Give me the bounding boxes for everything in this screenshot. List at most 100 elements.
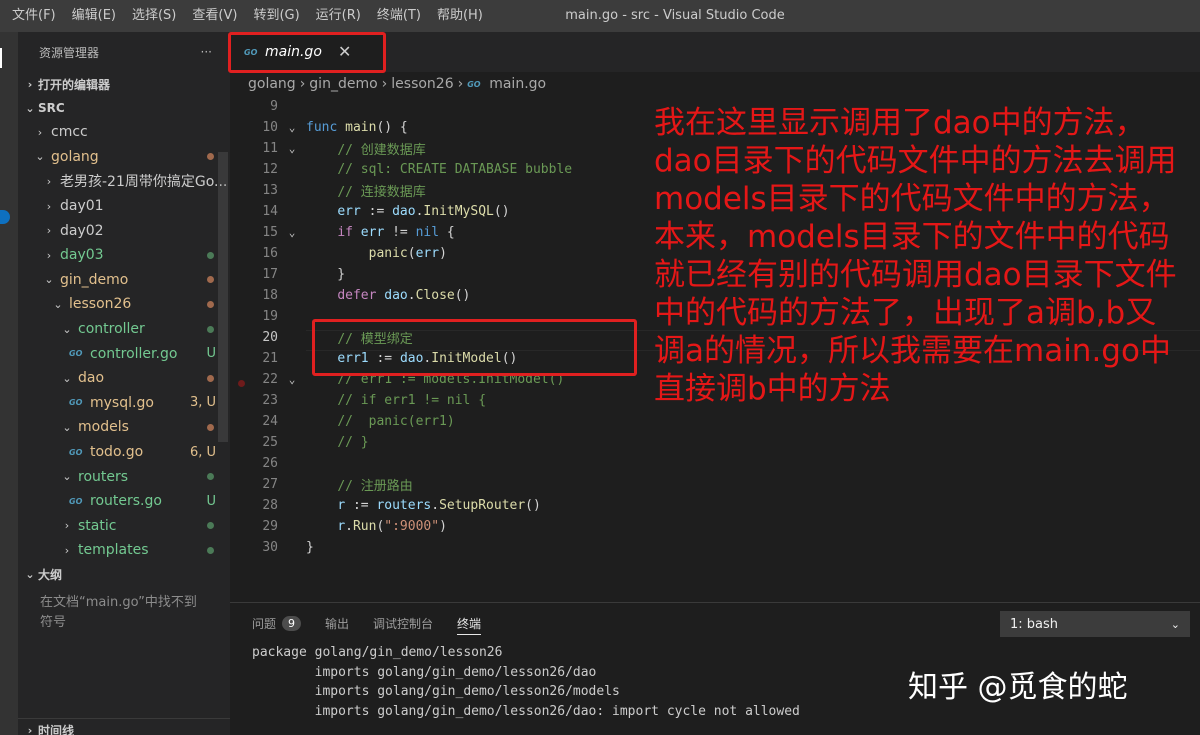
panel-tab-label: 问题 — [252, 616, 277, 631]
chevron-right-icon: › — [457, 76, 464, 92]
code-line[interactable]: 29 r.Run(":9000") — [230, 516, 1200, 537]
code-line[interactable]: 28 r := routers.SetupRouter() — [230, 495, 1200, 516]
panel-tab-1[interactable]: 输出 — [325, 603, 349, 643]
chevron-right-icon: › — [46, 248, 52, 262]
terminal-select[interactable]: 1: bash ⌄ — [1000, 611, 1190, 637]
explorer-icon[interactable] — [0, 48, 18, 68]
code-text: // 创建数据库 — [337, 143, 426, 158]
code-line[interactable]: 27 // 注册路由 — [230, 474, 1200, 495]
folder-item[interactable]: › day03 — [18, 243, 230, 268]
tree-item-label: templates — [78, 542, 149, 559]
code-text: } — [306, 540, 314, 555]
chevron-down-icon: ⌄ — [62, 420, 72, 434]
line-number: 29 — [262, 519, 278, 534]
fold-chevron-icon[interactable]: ⌄ — [278, 373, 306, 386]
folder-item[interactable]: ⌄ controller — [18, 317, 230, 342]
line-number: 30 — [262, 540, 278, 555]
breadcrumb-item[interactable]: main.go — [489, 76, 546, 92]
chevron-right-icon: › — [64, 519, 70, 533]
file-item[interactable]: GO todo.go 6, U — [18, 440, 230, 465]
chevron-right-icon: › — [381, 76, 388, 92]
code-line[interactable]: 30} — [230, 537, 1200, 558]
file-item[interactable]: GO mysql.go 3, U — [18, 391, 230, 416]
outline-section[interactable]: ⌄ 大纲 — [18, 563, 230, 587]
folder-item[interactable]: ⌄ lesson26 — [18, 292, 230, 317]
chevron-down-icon: ⌄ — [53, 297, 63, 311]
timeline-section[interactable]: › 时间线 — [18, 718, 230, 735]
menu-item-0[interactable]: 文件(F) — [4, 0, 64, 32]
line-number: 27 — [262, 477, 278, 492]
line-number: 11 — [262, 141, 278, 156]
close-icon[interactable]: ✕ — [338, 42, 351, 61]
go-file-icon: GO — [69, 349, 83, 359]
line-number: 9 — [270, 99, 278, 114]
go-file-icon: GO — [69, 398, 83, 408]
fold-chevron-icon[interactable]: ⌄ — [278, 121, 306, 134]
src-root-section[interactable]: ⌄ SRC — [18, 96, 230, 120]
folder-item[interactable]: ⌄ gin_demo — [18, 268, 230, 293]
line-number: 16 — [262, 246, 278, 261]
menu-item-2[interactable]: 选择(S) — [124, 0, 184, 32]
menu-item-7[interactable]: 帮助(H) — [429, 0, 491, 32]
git-status-dot — [207, 251, 214, 259]
code-line[interactable]: 25 // } — [230, 432, 1200, 453]
code-line[interactable]: 26 — [230, 453, 1200, 474]
chevron-right-icon: › — [27, 77, 33, 91]
chevron-down-icon: ⌄ — [25, 568, 35, 582]
chevron-right-icon: › — [46, 199, 52, 213]
tree-item-label: day01 — [60, 198, 104, 215]
git-status-badge: U — [206, 493, 216, 509]
folder-item[interactable]: ⌄ models — [18, 415, 230, 440]
code-text: func main() { — [306, 120, 408, 135]
folder-item[interactable]: ⌄ golang — [18, 145, 230, 170]
file-item[interactable]: GO routers.go U — [18, 489, 230, 514]
folder-item[interactable]: › templates — [18, 538, 230, 563]
panel-tab-0[interactable]: 问题 9 — [252, 603, 302, 643]
breadcrumb-item[interactable]: golang — [248, 76, 296, 92]
more-actions-icon[interactable]: ··· — [201, 45, 212, 59]
code-text: // if err1 != nil { — [337, 393, 487, 408]
code-text: // 注册路由 — [337, 479, 413, 494]
panel-tab-3[interactable]: 终端 — [457, 603, 482, 643]
code-text: panic(err) — [368, 246, 447, 261]
chevron-down-icon: ⌄ — [25, 101, 35, 115]
menu-item-6[interactable]: 终端(T) — [369, 0, 429, 32]
folder-item[interactable]: › day02 — [18, 218, 230, 243]
editor-area: GO main.go ✕ golang › gin_demo › lesson26 › GO… — [230, 32, 1200, 602]
breadcrumb-item[interactable]: lesson26 — [391, 76, 453, 92]
folder-item[interactable]: › day01 — [18, 194, 230, 219]
line-number: 14 — [262, 204, 278, 219]
code-text: r := routers.SetupRouter() — [337, 498, 541, 513]
chevron-right-icon: › — [46, 174, 52, 188]
tree-item-label: golang — [51, 148, 99, 165]
menu-item-4[interactable]: 转到(G) — [245, 0, 307, 32]
source-control-badge-icon[interactable] — [0, 210, 18, 230]
panel-tab-2[interactable]: 调试控制台 — [373, 603, 433, 643]
sidebar-scrollbar[interactable] — [218, 152, 228, 442]
git-status-dot — [207, 276, 214, 284]
breadcrumb-item[interactable]: gin_demo — [309, 76, 377, 92]
menu-item-5[interactable]: 运行(R) — [308, 0, 369, 32]
git-status-badge: 6, U — [189, 444, 216, 460]
tab-label: main.go — [265, 44, 322, 60]
go-file-icon: GO — [467, 79, 481, 89]
folder-item[interactable]: › cmcc — [18, 120, 230, 145]
line-number: 22 — [262, 372, 278, 387]
fold-chevron-icon[interactable]: ⌄ — [278, 142, 306, 155]
folder-item[interactable]: ⌄ routers — [18, 464, 230, 489]
tree-item-label: 老男孩-21周带你搞定Go... — [60, 174, 228, 191]
fold-chevron-icon[interactable]: ⌄ — [278, 226, 306, 239]
folder-item[interactable]: › static — [18, 514, 230, 539]
open-editors-section[interactable]: › 打开的编辑器 — [18, 72, 230, 96]
tree-item-label: day03 — [60, 247, 104, 264]
menu-item-3[interactable]: 查看(V) — [184, 0, 245, 32]
menu-item-1[interactable]: 编辑(E) — [64, 0, 124, 32]
code-text: r.Run(":9000") — [337, 519, 447, 534]
chevron-right-icon: › — [46, 224, 52, 238]
code-line[interactable]: 24 // panic(err1) — [230, 411, 1200, 432]
folder-item[interactable]: › 老男孩-21周带你搞定Go... — [18, 169, 230, 194]
tree-item-label: routers.go — [90, 493, 162, 510]
folder-item[interactable]: ⌄ dao — [18, 366, 230, 391]
file-item[interactable]: GO controller.go U — [18, 341, 230, 366]
tab-main-go[interactable]: GO main.go ✕ — [230, 32, 385, 72]
